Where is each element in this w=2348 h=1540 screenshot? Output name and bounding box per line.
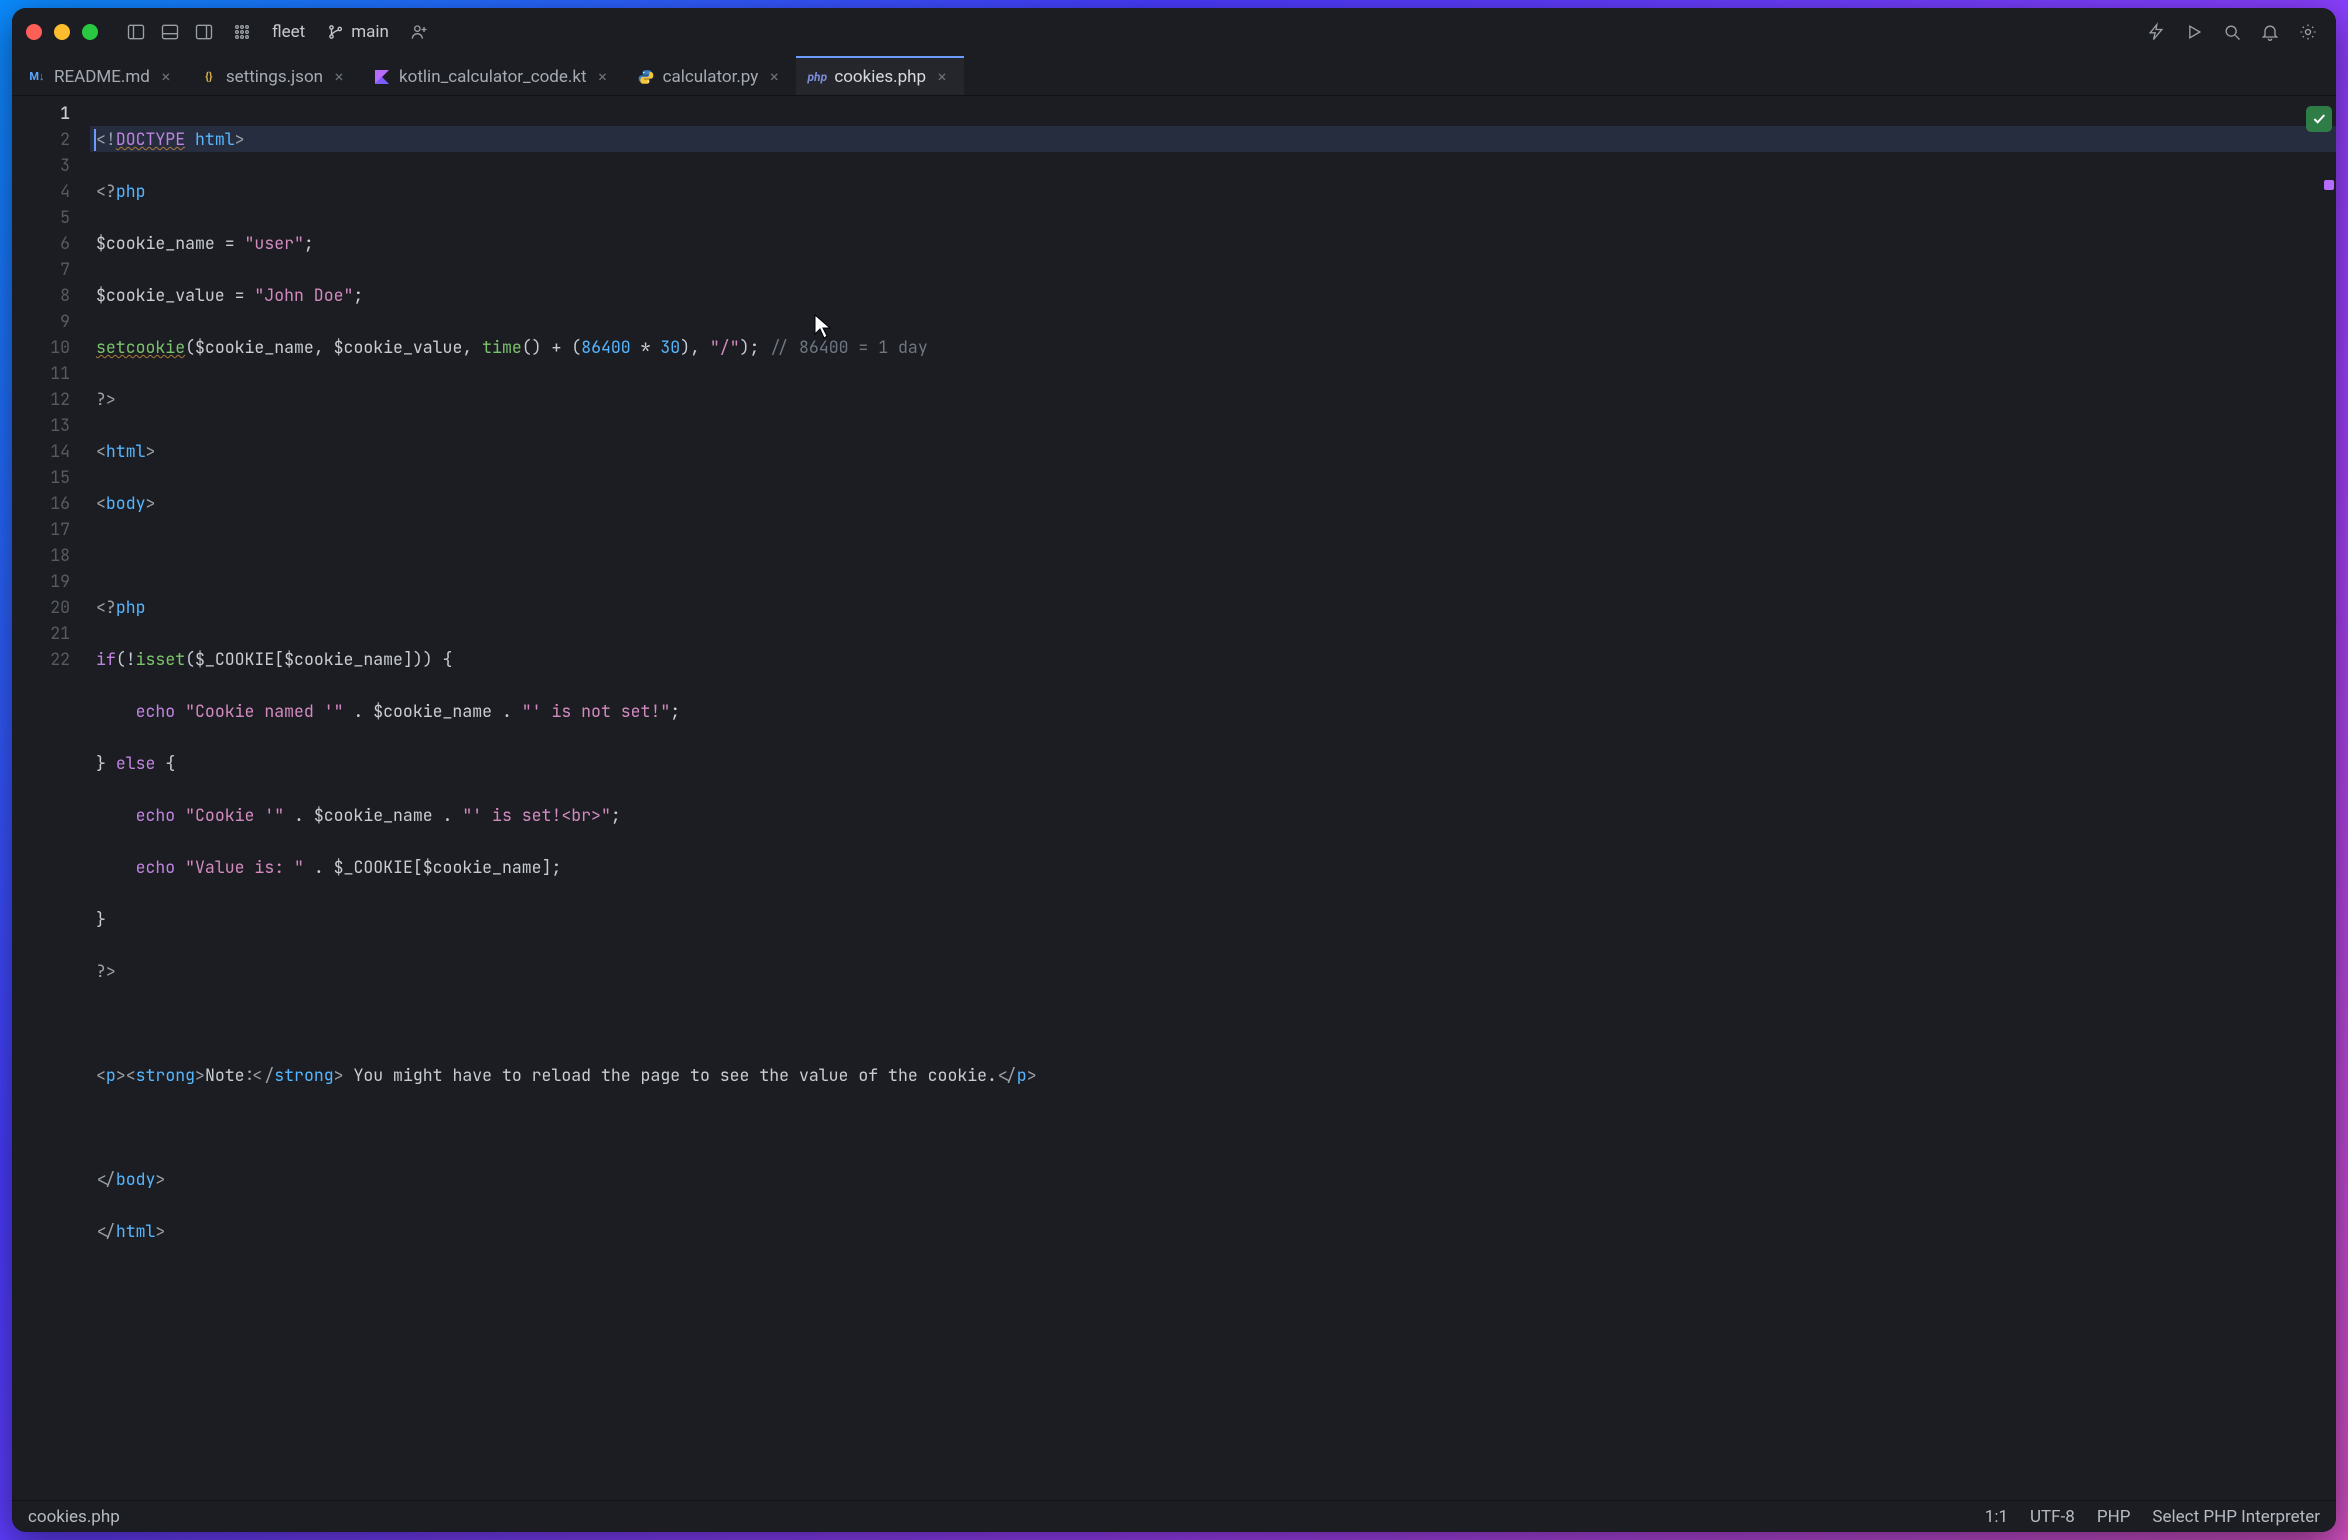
code-line[interactable]: ?> [90,386,2336,412]
code-line[interactable]: <body> [90,490,2336,516]
no-problems-icon[interactable] [2306,106,2332,132]
panel-toggle-group [122,18,218,46]
code-line[interactable]: <html> [90,438,2336,464]
window: fleet main M↓ READ [12,8,2336,1532]
tab-label: cookies.php [834,67,926,87]
panel-bottom-icon[interactable] [156,18,184,46]
bolt-icon[interactable] [2142,18,2170,46]
close-tab-icon[interactable]: × [934,69,950,85]
kotlin-file-icon [373,68,391,86]
code-line[interactable]: echo "Value is: " . $_COOKIE[$cookie_nam… [90,854,2336,880]
tab-readme[interactable]: M↓ README.md × [16,56,188,95]
status-bar: cookies.php 1:1 UTF-8 PHP Select PHP Int… [12,1500,2336,1532]
line-number: 1 [12,100,90,126]
close-tab-icon[interactable]: × [595,69,611,85]
code-line[interactable]: </html> [90,1218,2336,1244]
minimize-window-button[interactable] [54,24,70,40]
code-line[interactable]: $cookie_value = "John Doe"; [90,282,2336,308]
line-number-gutter: 1 2 3 4 5 6 7 8 9 10 11 12 13 14 15 16 1… [12,96,90,1500]
tab-kotlin[interactable]: kotlin_calculator_code.kt × [361,56,625,95]
line-number: 5 [12,204,90,230]
status-cursor-position[interactable]: 1:1 [1985,1507,2008,1527]
notifications-icon[interactable] [2256,18,2284,46]
line-number: 13 [12,412,90,438]
line-number: 20 [12,594,90,620]
code-line[interactable]: setcookie($cookie_name, $cookie_value, t… [90,334,2336,360]
code-line[interactable]: } [90,906,2336,932]
code-line[interactable] [90,542,2336,568]
line-number: 8 [12,282,90,308]
close-tab-icon[interactable]: × [158,69,174,85]
add-user-icon[interactable] [405,18,433,46]
tab-label: kotlin_calculator_code.kt [399,67,587,87]
line-number: 12 [12,386,90,412]
status-encoding[interactable]: UTF-8 [2030,1507,2075,1527]
code-line[interactable]: ?> [90,958,2336,984]
overview-ruler[interactable] [2322,96,2336,1500]
code-line[interactable]: <?php [90,178,2336,204]
code-line[interactable] [90,1114,2336,1140]
line-number: 9 [12,308,90,334]
code-area[interactable]: <!DOCTYPE html> <?php $cookie_name = "us… [90,96,2336,1500]
tab-label: calculator.py [663,67,759,87]
code-line[interactable]: echo "Cookie named '" . $cookie_name . "… [90,698,2336,724]
code-line[interactable]: if(!isset($_COOKIE[$cookie_name])) { [90,646,2336,672]
titlebar: fleet main [12,8,2336,56]
line-number: 16 [12,490,90,516]
line-number: 2 [12,126,90,152]
line-number: 4 [12,178,90,204]
tab-calculator-py[interactable]: calculator.py × [625,56,797,95]
settings-icon[interactable] [2294,18,2322,46]
code-line[interactable]: echo "Cookie '" . $cookie_name . "' is s… [90,802,2336,828]
search-icon[interactable] [2218,18,2246,46]
line-number: 11 [12,360,90,386]
tab-bar: M↓ README.md × {} settings.json × kotlin… [12,56,2336,96]
run-icon[interactable] [2180,18,2208,46]
json-file-icon: {} [200,68,218,86]
zoom-window-button[interactable] [82,24,98,40]
code-line[interactable]: <!DOCTYPE html> [90,126,2336,152]
line-number: 10 [12,334,90,360]
line-number: 6 [12,230,90,256]
branch-name: main [351,22,389,42]
status-interpreter[interactable]: Select PHP Interpreter [2152,1507,2320,1527]
line-number: 7 [12,256,90,282]
markdown-file-icon: M↓ [28,68,46,86]
apps-grid-icon[interactable] [228,18,256,46]
workspace-name[interactable]: fleet [266,22,311,42]
window-controls [26,24,98,40]
code-line[interactable]: </body> [90,1166,2336,1192]
code-line[interactable]: $cookie_name = "user"; [90,230,2336,256]
code-line[interactable]: <?php [90,594,2336,620]
code-line[interactable]: <p><strong>Note:</strong> You might have… [90,1062,2336,1088]
status-file-name[interactable]: cookies.php [28,1507,120,1527]
close-window-button[interactable] [26,24,42,40]
code-line[interactable]: } else { [90,750,2336,776]
php-file-icon: php [808,68,826,86]
overview-marker[interactable] [2324,180,2334,190]
branch-selector[interactable]: main [321,22,395,42]
status-language[interactable]: PHP [2097,1507,2131,1527]
close-tab-icon[interactable]: × [766,69,782,85]
line-number: 15 [12,464,90,490]
line-number: 18 [12,542,90,568]
close-tab-icon[interactable]: × [331,69,347,85]
line-number: 22 [12,646,90,672]
panel-right-icon[interactable] [190,18,218,46]
python-file-icon [637,68,655,86]
line-number: 3 [12,152,90,178]
line-number: 17 [12,516,90,542]
line-number: 21 [12,620,90,646]
tab-label: settings.json [226,67,323,87]
tab-cookies-php[interactable]: php cookies.php × [796,56,964,95]
tab-label: README.md [54,67,150,87]
code-line[interactable] [90,1010,2336,1036]
line-number: 14 [12,438,90,464]
panel-left-icon[interactable] [122,18,150,46]
line-number: 19 [12,568,90,594]
editor[interactable]: 1 2 3 4 5 6 7 8 9 10 11 12 13 14 15 16 1… [12,96,2336,1500]
tab-settings-json[interactable]: {} settings.json × [188,56,361,95]
